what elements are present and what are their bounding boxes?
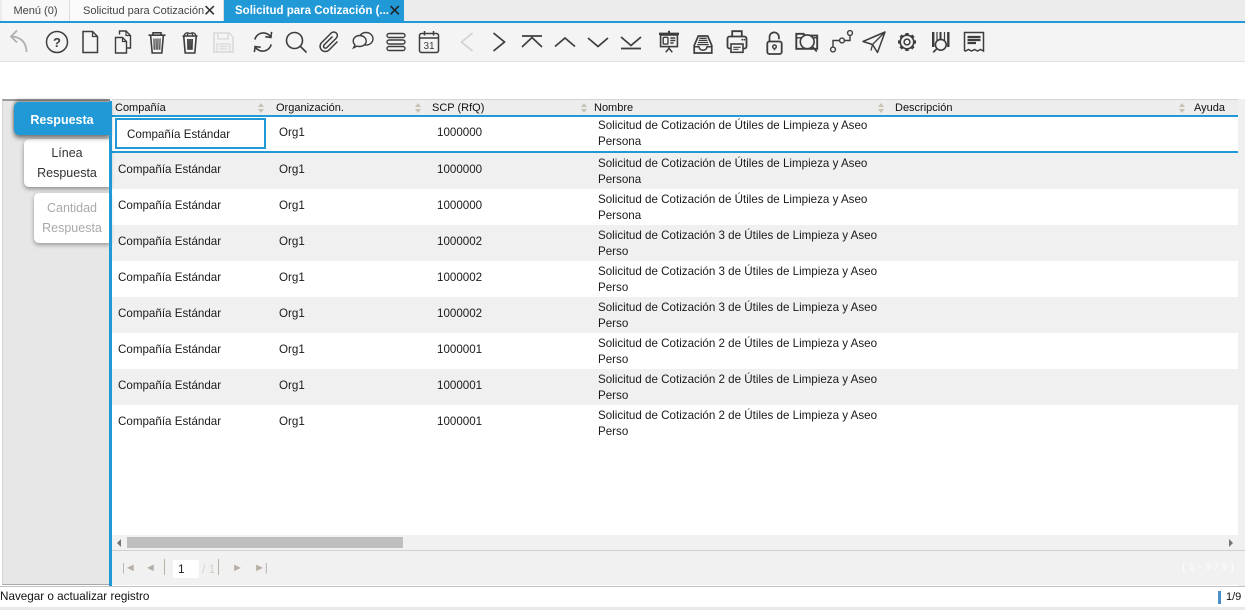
svg-text:31: 31 [423, 41, 435, 52]
svg-text:?: ? [53, 35, 61, 50]
